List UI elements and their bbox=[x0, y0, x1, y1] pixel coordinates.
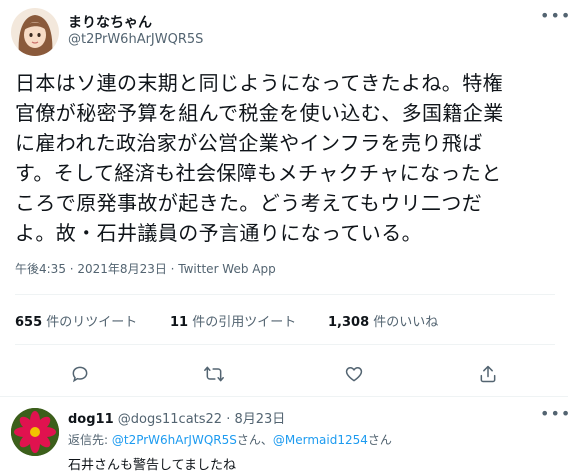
replying-to: 返信先: @t2PrW6hArJWQR5Sさん、@Mermaid1254さん bbox=[68, 431, 392, 448]
like-stat[interactable]: 1,308 件のいいね bbox=[328, 311, 438, 330]
tweet-timestamp[interactable]: 午後4:35 · 2021年8月23日 · Twitter Web App bbox=[15, 260, 276, 277]
reply-text: 石井さんも警告してましたね bbox=[68, 458, 236, 473]
mention-link[interactable]: @t2PrW6hArJWQR5S bbox=[112, 433, 237, 447]
action-bar bbox=[0, 360, 568, 390]
share-icon[interactable] bbox=[474, 360, 502, 388]
reply-date[interactable]: · 8月23日 bbox=[226, 412, 285, 427]
retweet-icon[interactable] bbox=[200, 360, 228, 388]
user-handle[interactable]: @t2PrW6hArJWQR5S bbox=[68, 32, 203, 47]
reply-icon[interactable] bbox=[66, 360, 94, 388]
mention-link[interactable]: @Mermaid1254 bbox=[273, 433, 368, 447]
honorific: さん bbox=[367, 433, 392, 447]
divider bbox=[0, 396, 568, 397]
reply-header: dog11 @dogs11cats22 · 8月23日 bbox=[68, 408, 285, 427]
reply-handle[interactable]: @dogs11cats22 bbox=[118, 412, 222, 427]
like-count: 1,308 bbox=[328, 315, 370, 330]
honorific: さん、 bbox=[236, 433, 273, 447]
retweet-count: 655 bbox=[15, 315, 43, 330]
quote-label: 件の引用ツイート bbox=[192, 315, 297, 330]
divider bbox=[15, 294, 555, 295]
avatar[interactable] bbox=[11, 8, 59, 56]
retweet-label: 件のリツイート bbox=[46, 315, 138, 330]
display-name[interactable]: まりなちゃん bbox=[68, 12, 152, 32]
quote-stat[interactable]: 11 件の引用ツイート bbox=[170, 311, 296, 330]
replying-to-label: 返信先: bbox=[68, 433, 109, 447]
divider bbox=[15, 344, 555, 345]
more-icon[interactable]: ••• bbox=[540, 6, 568, 25]
like-label: 件のいいね bbox=[373, 315, 439, 330]
tweet-text: 日本はソ連の末期と同じようになってきたよね。特権 官僚が秘密予算を組んで税金を使… bbox=[15, 71, 504, 245]
retweet-stat[interactable]: 655 件のリツイート bbox=[15, 311, 137, 330]
like-icon[interactable] bbox=[340, 360, 368, 388]
reply-avatar[interactable] bbox=[11, 408, 59, 456]
more-icon[interactable]: ••• bbox=[540, 404, 568, 423]
reply-display-name[interactable]: dog11 bbox=[68, 412, 114, 427]
quote-count: 11 bbox=[170, 315, 189, 330]
